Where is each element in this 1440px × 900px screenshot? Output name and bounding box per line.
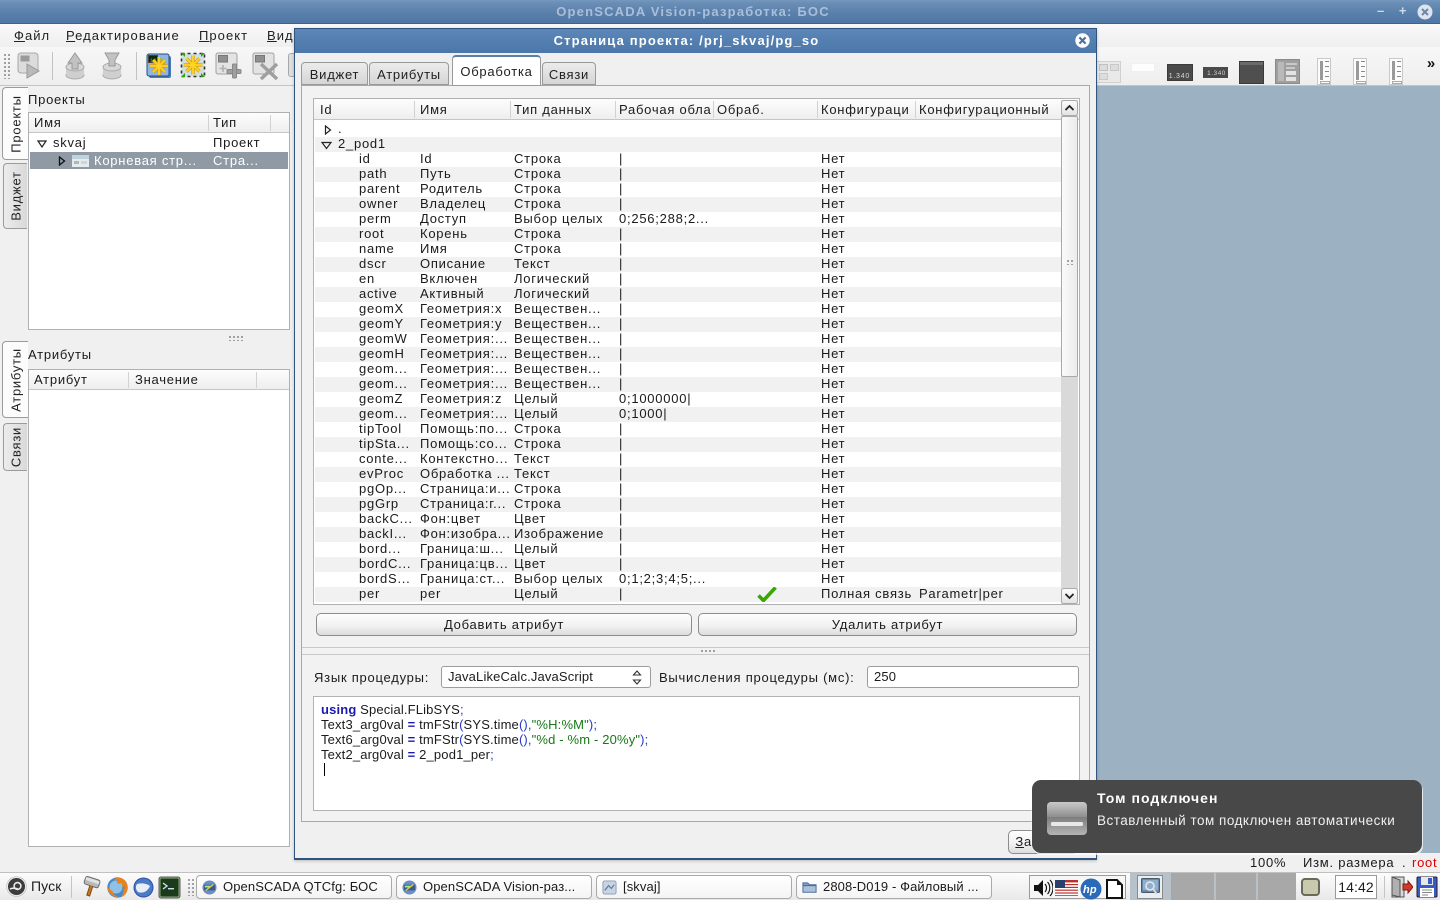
svg-text:hp: hp: [1083, 884, 1097, 896]
